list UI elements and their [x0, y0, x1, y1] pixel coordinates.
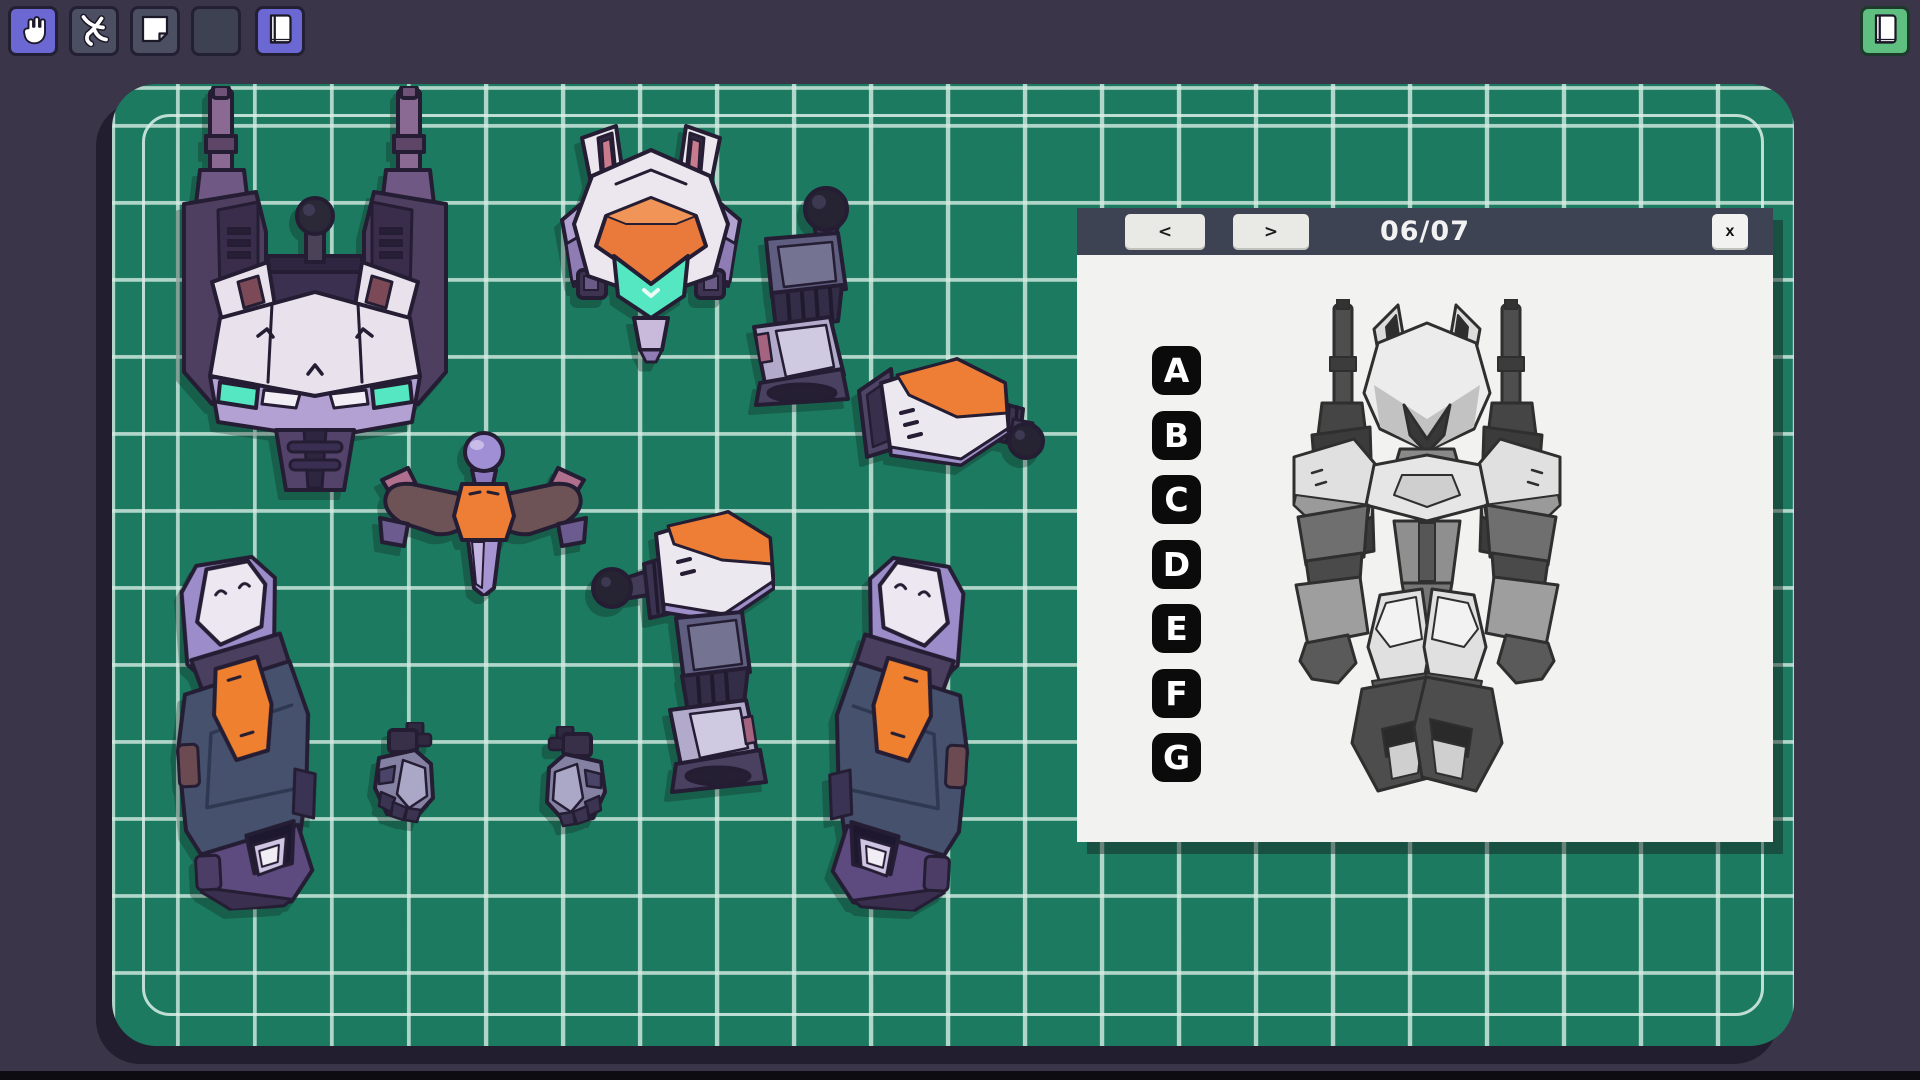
part-right-shoulder-pod[interactable] — [855, 353, 1045, 479]
part-label-badge-c: C — [1152, 475, 1201, 524]
reference-panel-header: < > 06/07 x — [1077, 208, 1773, 255]
cutters-tool-button[interactable] — [69, 6, 119, 56]
toolbar — [0, 0, 1920, 62]
album-book-icon — [1867, 11, 1903, 51]
sticky-note-tool-button[interactable] — [130, 6, 180, 56]
part-label-badge-g: G — [1152, 733, 1201, 782]
album-book-button[interactable] — [1860, 6, 1910, 56]
close-panel-button[interactable]: x — [1712, 214, 1748, 250]
sticky-note-icon — [137, 11, 173, 51]
part-left-fist[interactable] — [367, 722, 441, 828]
hand-tool-button[interactable] — [8, 6, 58, 56]
part-left-leg[interactable] — [144, 552, 328, 914]
bottom-strip — [0, 1071, 1920, 1080]
part-right-forearm[interactable] — [740, 185, 858, 408]
part-label-column: A B C D E F G — [1152, 346, 1201, 798]
part-label-badge-f: F — [1152, 669, 1201, 718]
part-left-arm-with-shoulder-pod[interactable] — [590, 500, 775, 800]
part-right-fist[interactable] — [539, 726, 613, 832]
part-label-badge-d: D — [1152, 540, 1201, 589]
book-icon — [262, 11, 298, 51]
assembled-mech-reference-image — [1282, 299, 1572, 811]
reference-book-tool-button[interactable] — [255, 6, 305, 56]
part-label-badge-e: E — [1152, 604, 1201, 653]
reference-panel-body: A B C D E F G — [1077, 255, 1773, 842]
blank-tool-button[interactable] — [191, 6, 241, 56]
reference-panel: < > 06/07 x A B C D E F G — [1077, 208, 1773, 842]
part-label-badge-a: A — [1152, 346, 1201, 395]
part-label-badge-b: B — [1152, 411, 1201, 460]
page-indicator: 06/07 — [1077, 208, 1773, 255]
part-helmet[interactable] — [558, 124, 744, 364]
part-right-leg[interactable] — [817, 553, 1001, 915]
cutters-icon — [76, 11, 112, 51]
hand-icon — [15, 11, 51, 51]
part-pelvis[interactable] — [372, 430, 594, 596]
